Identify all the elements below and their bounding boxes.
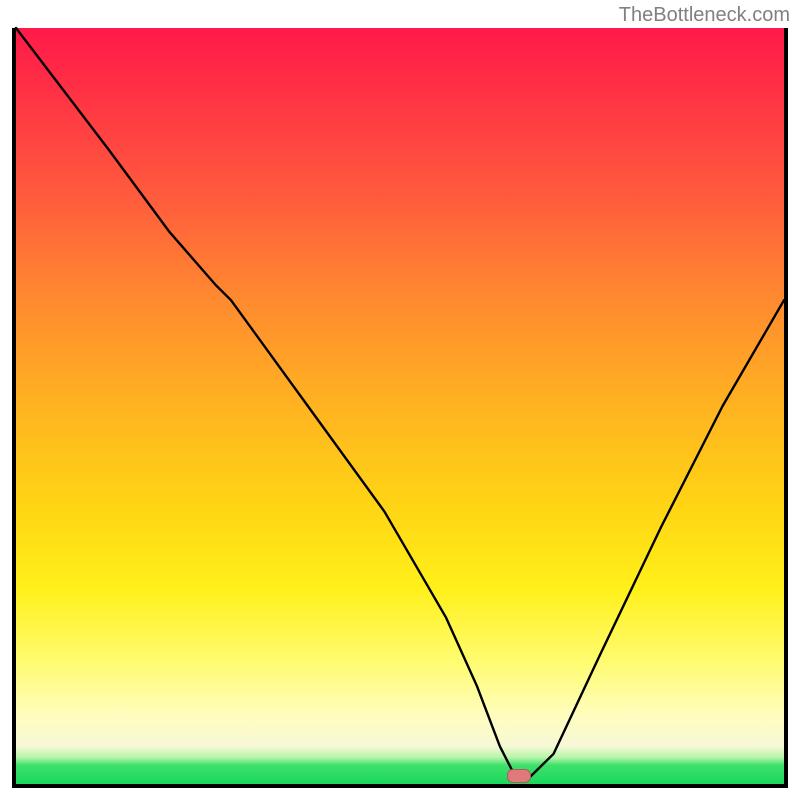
optimum-marker bbox=[507, 769, 531, 783]
bottleneck-curve-path bbox=[16, 28, 784, 776]
watermark-text: TheBottleneck.com bbox=[619, 4, 790, 27]
chart-frame bbox=[12, 28, 788, 788]
chart-curve-svg bbox=[16, 28, 784, 784]
